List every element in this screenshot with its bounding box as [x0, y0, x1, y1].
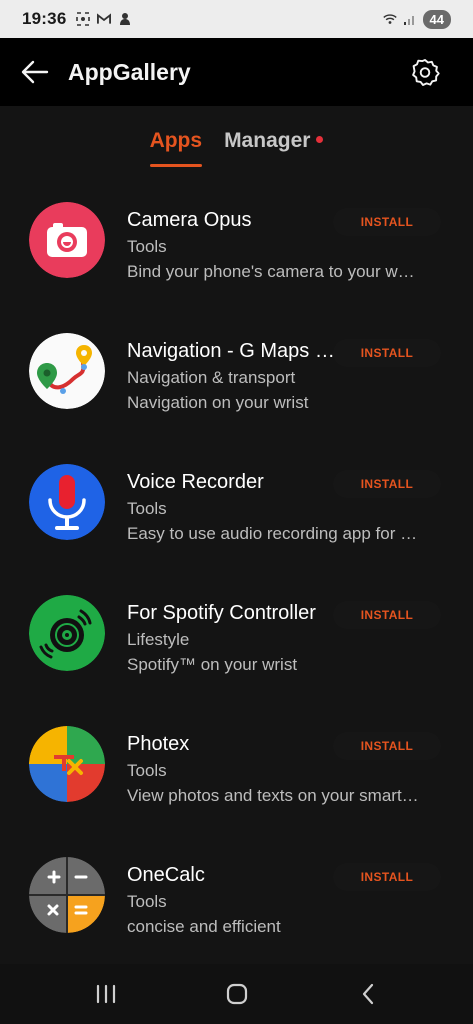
system-nav-bar: [0, 964, 473, 1024]
app-category: Navigation & transport: [127, 368, 296, 387]
app-info: For Spotify Controller Lifestyle Spotify…: [127, 600, 342, 676]
camera-icon: [29, 202, 105, 278]
app-icon: [118, 12, 132, 26]
notification-dot: [316, 136, 324, 143]
map-pin-icon: [29, 333, 105, 409]
app-category: Tools: [127, 761, 167, 780]
signal-icon: [403, 12, 417, 26]
tab-bar: Apps Manager: [0, 106, 473, 184]
tab-apps-label: Apps: [149, 129, 203, 152]
app-category: Tools: [127, 237, 167, 256]
app-info: OneCalc Tools concise and efficient: [127, 862, 342, 938]
list-item[interactable]: Navigation - G Maps Navigation Navigatio…: [0, 315, 473, 446]
app-description: Navigation on your wrist: [127, 393, 309, 412]
notification-icons: [76, 12, 132, 26]
home-icon[interactable]: [217, 974, 257, 1014]
list-item[interactable]: Photex Tools View photos and texts on yo…: [0, 708, 473, 839]
tab-apps[interactable]: Apps: [149, 129, 203, 167]
app-info: Camera Opus Tools Bind your phone's came…: [127, 207, 419, 283]
back-arrow-icon[interactable]: [18, 55, 52, 89]
gear-icon[interactable]: [409, 56, 441, 88]
app-category: Tools: [127, 499, 167, 518]
list-item[interactable]: OneCalc Tools concise and efficient INST…: [0, 839, 473, 970]
page-title: AppGallery: [68, 58, 191, 85]
app-name: Voice Recorder: [127, 471, 264, 493]
wifi-icon: [382, 12, 397, 26]
app-name: OneCalc: [127, 864, 205, 886]
tab-manager[interactable]: Manager: [224, 129, 324, 161]
spotify-disc-icon: [29, 595, 105, 671]
app-name: Photex: [127, 733, 190, 755]
app-info: Navigation - G Maps Navigation Navigatio…: [127, 338, 342, 414]
install-button[interactable]: INSTALL: [333, 208, 441, 236]
app-description: concise and efficient: [127, 917, 281, 936]
app-category: Tools: [127, 892, 167, 911]
tab-manager-label: Manager: [224, 129, 311, 152]
app-info: Voice Recorder Tools Easy to use audio r…: [127, 469, 419, 545]
app-description: Easy to use audio recording app for your…: [127, 524, 419, 543]
install-button[interactable]: INSTALL: [333, 601, 441, 629]
app-category: Lifestyle: [127, 630, 190, 649]
install-button[interactable]: INSTALL: [333, 339, 441, 367]
back-icon[interactable]: [348, 974, 388, 1014]
app-info: Photex Tools View photos and texts on yo…: [127, 731, 419, 807]
status-time: 19:36: [22, 9, 67, 28]
list-item[interactable]: Camera Opus Tools Bind your phone's came…: [0, 184, 473, 315]
app-description: Bind your phone's camera to your watch: [127, 262, 419, 281]
app-bar: AppGallery: [0, 38, 473, 106]
app-list: Camera Opus Tools Bind your phone's came…: [0, 184, 473, 970]
screenshot-icon: [76, 12, 91, 26]
list-item[interactable]: Voice Recorder Tools Easy to use audio r…: [0, 446, 473, 577]
gmail-icon: [97, 12, 112, 26]
photex-icon: [29, 726, 105, 802]
app-name: Navigation - G Maps Navigation: [127, 340, 342, 362]
app-description: Spotify™ on your wrist: [127, 655, 298, 674]
app-name: For Spotify Controller: [127, 602, 316, 624]
install-button[interactable]: INSTALL: [333, 470, 441, 498]
battery-indicator: 44: [422, 9, 451, 29]
app-description: View photos and texts on your smartwatch: [127, 786, 419, 805]
calculator-icon: [29, 857, 105, 933]
app-name: Camera Opus: [127, 209, 252, 231]
system-icons: 44: [382, 9, 451, 29]
microphone-icon: [29, 464, 105, 540]
recent-apps-icon[interactable]: [86, 974, 126, 1014]
install-button[interactable]: INSTALL: [333, 732, 441, 760]
list-item[interactable]: For Spotify Controller Lifestyle Spotify…: [0, 577, 473, 708]
status-bar: 19:36 44: [0, 0, 473, 38]
install-button[interactable]: INSTALL: [333, 863, 441, 891]
